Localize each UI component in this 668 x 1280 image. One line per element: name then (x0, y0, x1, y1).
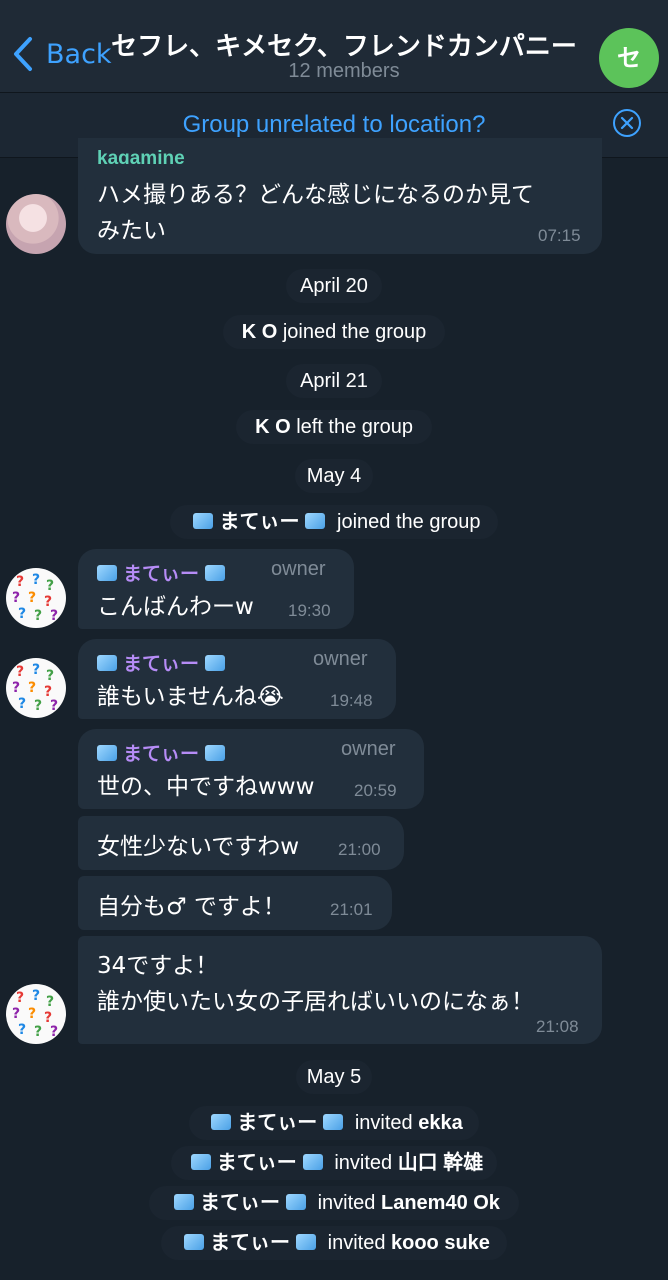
service-message: まてぃー invited kooo suke (161, 1226, 507, 1260)
message-text: こんばんわーw (97, 594, 254, 620)
user-avatar[interactable]: ??? ??? ??? (6, 984, 66, 1044)
service-text: invited (317, 1192, 376, 1214)
service-message: まてぃー invited 山口 幹雄 (171, 1146, 497, 1180)
chat-header: Back セフレ、キメセク、フレンドカンパニー 12 members セ (0, 0, 668, 92)
date-separator: April 21 (286, 364, 382, 398)
ice-cube-icon (205, 655, 226, 671)
owner-badge: owner (341, 738, 396, 760)
ice-cube-icon (97, 655, 117, 671)
ice-cube-icon (193, 513, 214, 529)
back-button[interactable]: Back (12, 36, 112, 72)
invitee-name[interactable]: ekka (418, 1112, 463, 1134)
ice-cube-icon (184, 1234, 205, 1250)
user-avatar[interactable]: ??? ??? ??? (6, 658, 66, 718)
message-text: みたい (97, 218, 166, 244)
date-label: May 4 (306, 465, 362, 487)
service-text: joined the group (282, 321, 427, 343)
ice-cube-icon (97, 565, 117, 581)
date-separator: May 4 (295, 459, 373, 493)
ice-cube-icon (296, 1234, 317, 1250)
user-name[interactable]: まてぃー (200, 1192, 280, 1214)
message-text: 世の、中ですねwww (97, 774, 315, 800)
message-text: ハメ撮りある？どんな感じになるのか見て (97, 182, 534, 208)
message-time: 07:15 (538, 226, 581, 245)
date-separator: April 20 (286, 269, 382, 303)
sender-name[interactable]: まてぃー (97, 739, 231, 766)
user-name[interactable]: K O (255, 416, 291, 438)
invitee-name[interactable]: kooo suke (391, 1232, 490, 1254)
sender-name[interactable]: まてぃー (97, 649, 231, 676)
invitee-name[interactable]: 山口 幹雄 (398, 1152, 484, 1174)
member-count: 12 members (288, 60, 400, 82)
service-message: まてぃー invited Lanem40 Ok (149, 1186, 519, 1220)
date-label: April 20 (300, 275, 368, 297)
message-time: 20:59 (354, 781, 397, 800)
ice-cube-icon (305, 513, 326, 529)
ice-cube-icon (302, 1154, 323, 1170)
service-message: K O joined the group (223, 315, 445, 349)
message-text: 女性少ないですわw (97, 834, 300, 860)
service-message: まてぃー joined the group (170, 505, 498, 539)
user-name[interactable]: まてぃー (210, 1232, 290, 1254)
owner-badge: owner (313, 648, 368, 670)
group-avatar[interactable]: セ (599, 28, 659, 88)
owner-badge: owner (271, 558, 326, 580)
service-text: left the group (296, 416, 413, 438)
message-text: 誰もいませんね😭 (97, 684, 284, 710)
date-label: April 21 (300, 370, 368, 392)
message-time: 19:30 (288, 601, 331, 620)
user-name[interactable]: まてぃー (237, 1112, 317, 1134)
user-name[interactable]: まてぃー (219, 511, 299, 533)
sender-name[interactable]: まてぃー (97, 559, 231, 586)
ice-cube-icon (190, 1154, 211, 1170)
message-text: 34ですよ！ (97, 953, 219, 979)
ice-cube-icon (323, 1114, 344, 1130)
ice-cube-icon (286, 1194, 307, 1210)
ice-cube-icon (211, 1114, 232, 1130)
message-time: 21:01 (330, 900, 373, 919)
message-text: 誰か使いたい女の子居ればいいのになぁ！ (97, 989, 534, 1015)
user-name[interactable]: K O (242, 321, 278, 343)
chevron-left-icon (14, 37, 32, 71)
location-banner-text[interactable]: Group unrelated to location? (0, 111, 668, 139)
service-text: invited (354, 1112, 413, 1134)
message-time: 19:48 (330, 691, 373, 710)
date-separator: May 5 (296, 1060, 372, 1094)
service-message: まてぃー invited ekka (189, 1106, 479, 1140)
close-icon[interactable] (613, 109, 641, 137)
service-message: K O left the group (236, 410, 432, 444)
user-name[interactable]: まてぃー (217, 1152, 297, 1174)
service-text: joined the group (337, 511, 481, 533)
service-text: invited (327, 1232, 386, 1254)
ice-cube-icon (97, 745, 117, 761)
service-text: invited (334, 1152, 393, 1174)
chat-title[interactable]: セフレ、キメセク、フレンドカンパニー (108, 26, 580, 63)
message-time: 21:00 (338, 840, 381, 859)
date-label: May 5 (306, 1066, 362, 1088)
ice-cube-icon (174, 1194, 195, 1210)
invitee-name[interactable]: Lanem40 Ok (381, 1192, 500, 1214)
message-time: 21:08 (536, 1017, 579, 1036)
ice-cube-icon (205, 565, 226, 581)
user-avatar[interactable]: ??? ??? ??? (6, 568, 66, 628)
ice-cube-icon (205, 745, 226, 761)
user-avatar[interactable] (6, 194, 66, 254)
back-label: Back (46, 38, 112, 70)
message-text: 自分も♂ ですよ！ (97, 894, 286, 920)
